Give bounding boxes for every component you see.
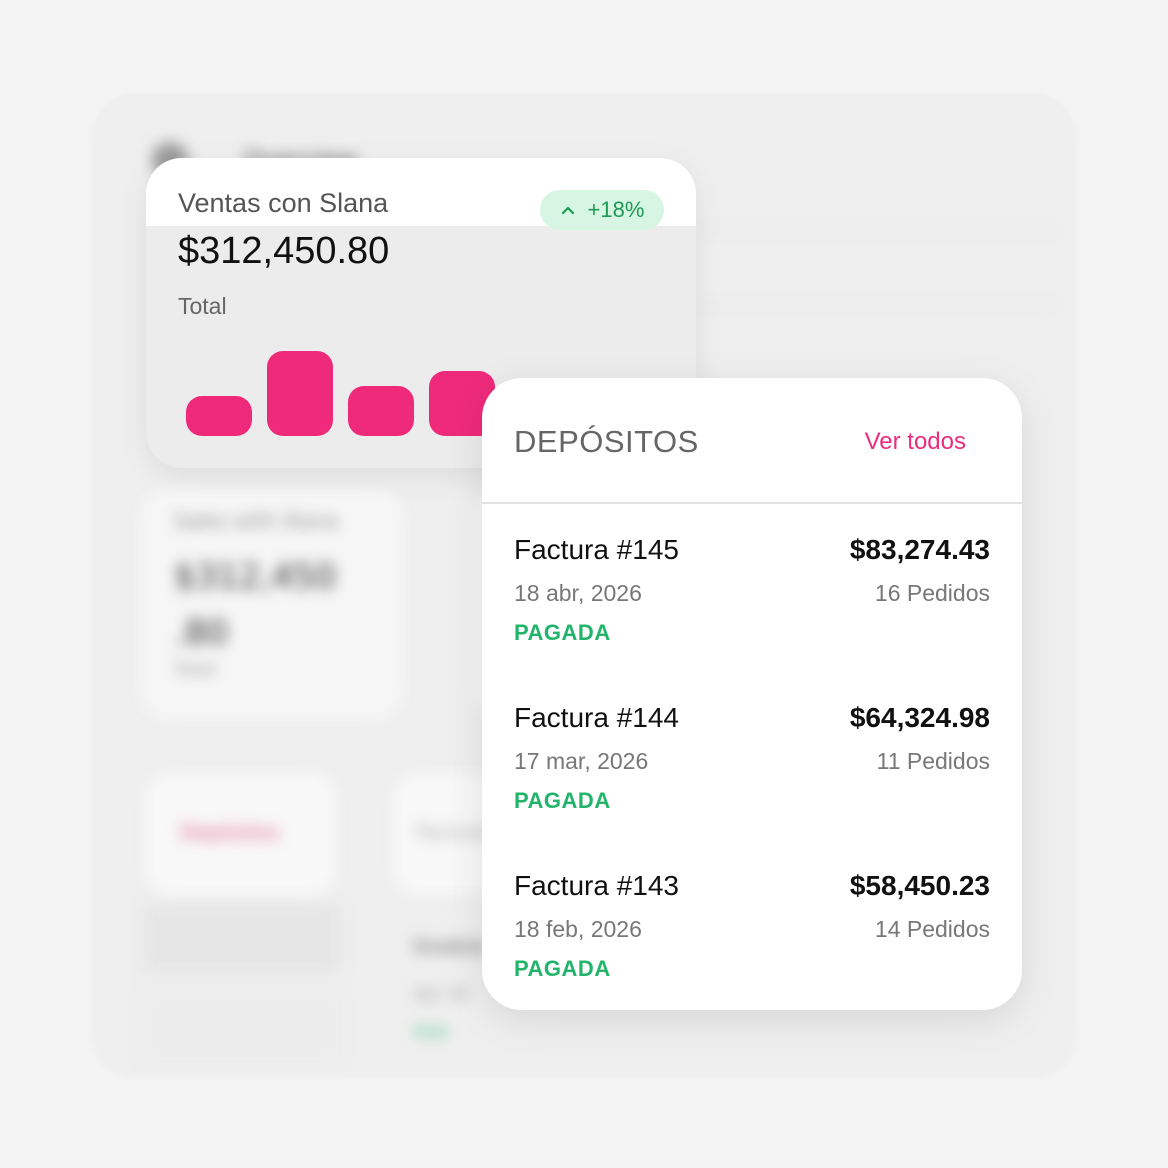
bg-row-title: Invoice bbox=[414, 934, 486, 958]
invoice-date: 17 mar, 2026 bbox=[514, 748, 649, 774]
sales-value: $312,450.80 bbox=[178, 230, 390, 272]
bg-card-sub: Total bbox=[174, 659, 217, 680]
invoice-amount: $64,324.98 bbox=[849, 702, 990, 733]
bg-card-value: $312,450 .80 bbox=[174, 557, 337, 653]
deposits-title: DEPÓSITOS bbox=[514, 424, 699, 459]
bg-row-sub: Apr 18 bbox=[414, 984, 468, 1003]
invoice-name: Factura #144 bbox=[514, 702, 679, 733]
invoice-name: Factura #145 bbox=[514, 534, 679, 565]
growth-badge: +18% bbox=[540, 190, 664, 230]
deposit-item[interactable]: Factura #144 $64,324.98 17 mar, 2026 11 … bbox=[514, 702, 990, 852]
invoice-name: Factura #143 bbox=[514, 870, 679, 901]
sales-bar bbox=[267, 351, 333, 436]
invoice-amount: $83,274.43 bbox=[849, 534, 990, 565]
deposit-item[interactable]: Factura #145 $83,274.43 18 abr, 2026 16 … bbox=[514, 534, 990, 684]
invoice-date: 18 abr, 2026 bbox=[514, 580, 642, 606]
view-all-link[interactable]: Ver todos bbox=[865, 428, 966, 456]
invoice-orders: 11 Pedidos bbox=[876, 748, 990, 774]
invoice-status: PAGADA bbox=[514, 620, 611, 645]
deposits-card: DEPÓSITOS Ver todos Factura #145 $83,274… bbox=[482, 378, 1022, 1010]
sales-bar bbox=[348, 386, 414, 436]
chevron-up-icon bbox=[561, 206, 574, 215]
bg-row-status: Paid bbox=[414, 1022, 448, 1041]
stage: Overview Sales with Slana $312,450 .80 T… bbox=[0, 0, 1168, 1168]
bg-row bbox=[142, 994, 342, 1064]
sales-title: Ventas con Slana bbox=[178, 188, 389, 218]
sales-sub: Total bbox=[178, 293, 227, 319]
divider bbox=[694, 229, 1054, 231]
bg-tab-label: Depósitos bbox=[180, 820, 280, 844]
divider bbox=[694, 304, 1054, 306]
bg-tab-deposits: Depósitos bbox=[146, 774, 336, 894]
bg-card-label: Sales with Slana bbox=[174, 509, 338, 533]
invoice-amount: $58,450.23 bbox=[849, 870, 990, 901]
deposits-header: DEPÓSITOS Ver todos bbox=[482, 378, 1022, 504]
invoice-orders: 14 Pedidos bbox=[874, 916, 990, 942]
growth-value: +18% bbox=[587, 197, 645, 222]
invoice-date: 18 feb, 2026 bbox=[514, 916, 642, 942]
bg-sales-card: Sales with Slana $312,450 .80 Total bbox=[142, 489, 402, 719]
invoice-orders: 16 Pedidos bbox=[874, 580, 990, 606]
sales-bar bbox=[186, 396, 252, 436]
deposit-item[interactable]: Factura #143 $58,450.23 18 feb, 2026 14 … bbox=[514, 870, 990, 1020]
invoice-status: PAGADA bbox=[514, 788, 611, 813]
invoice-status: PAGADA bbox=[514, 956, 611, 981]
bg-row bbox=[142, 904, 342, 974]
